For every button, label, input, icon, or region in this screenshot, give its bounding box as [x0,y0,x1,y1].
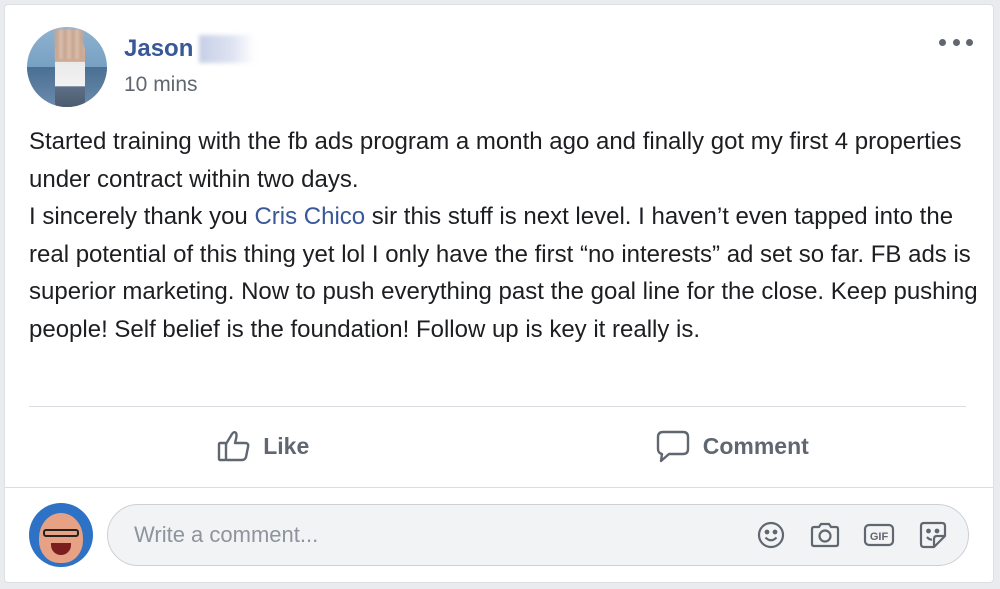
comment-composer: GIF [29,503,969,567]
composer-icons: GIF [734,518,950,552]
author-name-link[interactable]: Jason [124,35,256,63]
more-options-icon[interactable] [939,35,973,49]
post-actions: Like Comment [29,415,966,477]
post-timestamp[interactable]: 10 mins [124,73,255,97]
current-user-avatar[interactable] [29,503,93,567]
author-name[interactable]: Jason [124,35,193,63]
post-header: Jason 10 mins [27,27,256,107]
comment-icon [656,430,689,463]
sticker-icon[interactable] [916,518,950,552]
redacted-surname [199,35,256,63]
comment-input[interactable] [132,521,734,549]
author-avatar[interactable] [27,27,107,107]
post-card: Jason 10 mins Started training with the … [4,4,994,583]
comment-label: Comment [702,432,809,459]
svg-text:GIF: GIF [870,531,889,543]
like-button[interactable]: Like [29,415,498,477]
author-info: Jason 10 mins [124,35,256,97]
mention-link[interactable]: Cris Chico [254,203,365,230]
composer-divider [5,487,993,488]
thumbs-up-icon [218,431,250,462]
post-text-thanks: I sincerely thank you [29,203,255,230]
gif-icon[interactable]: GIF [862,518,896,552]
post-text-line1: Started training with the fb ads program… [29,128,962,193]
actions-divider [29,406,966,407]
comment-box[interactable]: GIF [107,504,969,566]
post-body: Started training with the fb ads program… [29,123,979,348]
comment-button[interactable]: Comment [498,415,967,477]
emoji-icon[interactable] [754,518,788,552]
camera-icon[interactable] [808,518,842,552]
like-label: Like [263,432,310,459]
